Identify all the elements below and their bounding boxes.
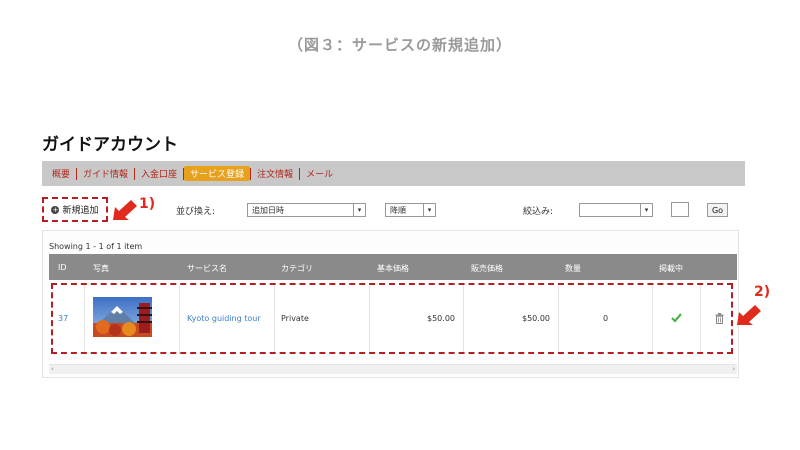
red-arrow-icon xyxy=(113,200,137,220)
sort-order-value: 降順 xyxy=(390,205,406,215)
chevron-down-icon: ▾ xyxy=(423,204,435,216)
page-title: ガイドアカウント xyxy=(42,135,178,155)
chevron-down-icon: ▾ xyxy=(353,204,365,216)
column-header-base-price[interactable]: 基本価格 xyxy=(377,263,409,274)
sort-label: 並び換え: xyxy=(176,207,216,217)
nav-tab-overview[interactable]: 概要 xyxy=(46,167,76,180)
red-arrow-icon xyxy=(737,305,761,325)
column-header-photo[interactable]: 写真 xyxy=(93,263,109,274)
nav-tab-service-registration[interactable]: サービス登録 xyxy=(184,166,251,181)
scroll-left-arrow-icon[interactable]: ‹ xyxy=(51,365,54,373)
filter-select[interactable]: ▾ xyxy=(579,203,653,217)
column-header-quantity[interactable]: 数量 xyxy=(565,263,581,274)
plus-circle-icon: + xyxy=(51,205,60,214)
nav-tab-bank-account[interactable]: 入金口座 xyxy=(135,167,183,180)
sort-order-select[interactable]: 降順 ▾ xyxy=(385,203,436,217)
row-highlight-box xyxy=(51,283,733,354)
chevron-down-icon: ▾ xyxy=(640,204,652,216)
add-service-button[interactable]: + 新規追加 xyxy=(42,197,108,222)
annotation-2: 2) xyxy=(754,284,771,300)
sort-field-select[interactable]: 追加日時 ▾ xyxy=(247,203,366,217)
nav-tab-mail[interactable]: メール xyxy=(300,167,339,180)
annotation-1: 1) xyxy=(139,196,156,212)
column-header-published[interactable]: 掲載中 xyxy=(659,263,683,274)
table-header: ID 写真 サービス名 カテゴリ 基本価格 販売価格 数量 掲載中 xyxy=(49,254,737,280)
figure-caption: （図３：サービスの新規追加） xyxy=(287,36,512,54)
result-count-text: Showing 1 - 1 of 1 item xyxy=(49,242,143,251)
go-button[interactable]: Go xyxy=(707,203,728,217)
horizontal-scrollbar[interactable]: ‹ › xyxy=(49,364,737,374)
column-header-id[interactable]: ID xyxy=(58,263,67,272)
sort-field-value: 追加日時 xyxy=(252,205,284,215)
scroll-right-arrow-icon[interactable]: › xyxy=(732,365,735,373)
column-header-category[interactable]: カテゴリ xyxy=(281,263,313,274)
filter-text-input[interactable] xyxy=(671,202,689,217)
column-header-sale-price[interactable]: 販売価格 xyxy=(471,263,503,274)
nav-tab-order-info[interactable]: 注文情報 xyxy=(251,167,299,180)
column-header-service-name[interactable]: サービス名 xyxy=(187,263,227,274)
filter-label: 絞込み: xyxy=(523,207,554,217)
nav-bar: 概要 ガイド情報 入金口座 サービス登録 注文情報 メール xyxy=(42,161,745,186)
add-service-label: 新規追加 xyxy=(62,206,99,216)
nav-tab-guide-info[interactable]: ガイド情報 xyxy=(77,167,134,180)
